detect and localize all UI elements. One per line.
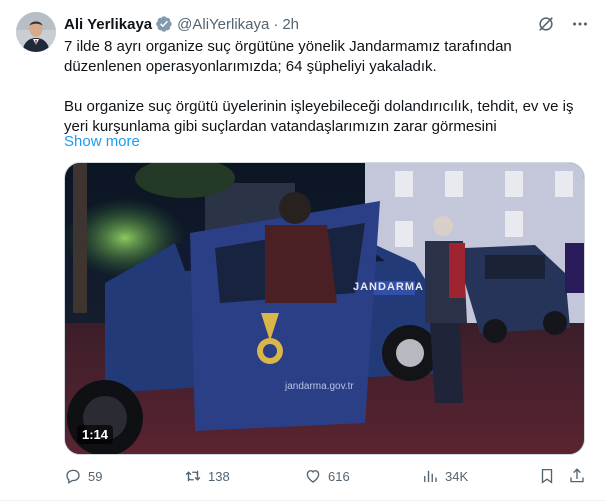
tweet-header: Ali Yerlikaya @AliYerlikaya · 2h [64,14,590,34]
vehicle-lettering: JANDARMA [353,281,424,293]
share-icon [570,468,584,483]
more-icon[interactable] [570,14,590,34]
author-name[interactable]: Ali Yerlikaya [64,16,152,33]
reply-icon [66,469,80,485]
like-count: 616 [328,468,350,484]
bookmark-icon [541,468,553,484]
views-icon [424,470,437,482]
author-handle[interactable]: @AliYerlikaya [177,16,269,33]
tweet[interactable]: Ali Yerlikaya @AliYerlikaya · 2h 7 ilde … [0,0,606,501]
retweet-count: 138 [208,468,230,484]
retweet-button[interactable]: 138 [184,467,230,485]
video-player[interactable]: JANDARMA jandarma.gov.tr 1:14 [64,162,585,455]
timestamp[interactable]: 2h [282,16,299,33]
grok-icon[interactable] [536,14,556,34]
share-button[interactable] [568,467,586,485]
reply-count: 59 [88,468,103,484]
separator-dot: · [273,15,279,33]
like-button[interactable]: 616 [304,467,350,485]
action-bar: 59 138 616 34K [64,465,586,487]
like-icon [306,470,320,483]
tweet-text: 7 ilde 8 ayrı organize suç örgütüne yöne… [64,37,590,137]
video-thumbnail [65,163,584,454]
tweet-paragraph-2: Bu organize suç örgütü üyelerinin işleye… [64,98,574,135]
retweet-icon [185,470,201,482]
tweet-paragraph-1: 7 ilde 8 ayrı organize suç örgütüne yöne… [64,38,512,75]
views-button[interactable]: 34K [421,467,468,485]
video-duration: 1:14 [77,425,114,444]
views-count: 34K [445,468,469,484]
reply-button[interactable]: 59 [64,467,102,485]
vehicle-url: jandarma.gov.tr [285,381,354,392]
header-icons [536,14,590,34]
avatar[interactable] [16,12,56,52]
show-more-link[interactable]: Show more [64,132,140,152]
verified-badge-icon [155,15,173,33]
bookmark-button[interactable] [538,467,556,485]
